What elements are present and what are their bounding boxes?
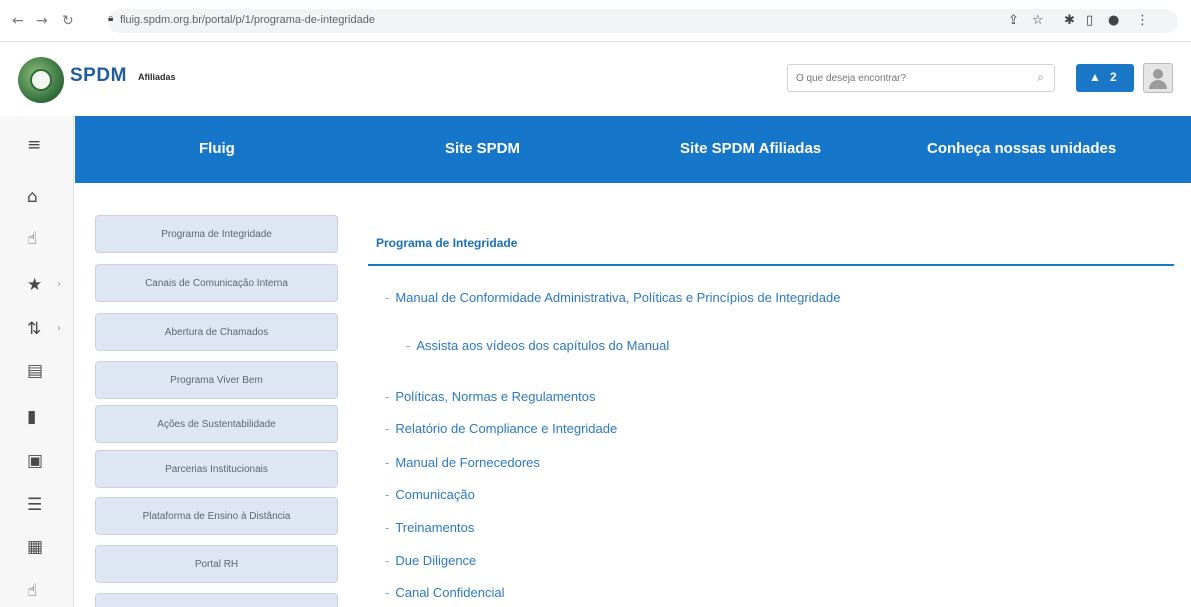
home-icon[interactable]: ⌂	[27, 188, 38, 206]
url-text[interactable]: fluig.spdm.org.br/portal/p/1/programa-de…	[120, 14, 375, 26]
sidebar-item-programa-integridade[interactable]: Programa de Integridade	[95, 215, 338, 253]
forward-icon[interactable]: →	[36, 13, 48, 29]
title-divider	[368, 264, 1174, 266]
menu-icon[interactable]: ⋮	[1136, 13, 1149, 28]
icon-rail: ≡ ⌂ ☝ ★ › ⇅ › ▤ ▮ ▣ ☰ ▦ ☝	[0, 116, 74, 607]
app-header: SPDM Afiliadas ⌕ ▲ 2	[0, 43, 1191, 115]
list-item[interactable]: - Comunicação	[385, 487, 475, 502]
list-item[interactable]: - Manual de Fornecedores	[385, 455, 540, 470]
list-item[interactable]: - Relatório de Compliance e Integridade	[385, 421, 617, 436]
profile-icon[interactable]: ●	[1108, 13, 1119, 28]
list-item[interactable]: - Treinamentos	[385, 520, 474, 535]
page: ← → ↻ 🔒︎ fluig.spdm.org.br/portal/p/1/pr…	[0, 0, 1191, 607]
share-icon[interactable]: ⇪	[1008, 13, 1019, 28]
nav-item-site-spdm-afiliadas[interactable]: Site SPDM Afiliadas	[680, 140, 821, 157]
hand-icon[interactable]: ☝	[27, 582, 37, 600]
lock-icon: 🔒︎	[108, 13, 114, 24]
link-label[interactable]: Manual de Conformidade Administrativa, P…	[395, 290, 840, 305]
extensions-icon[interactable]: ✱	[1064, 13, 1075, 28]
hand-icon[interactable]: ☝	[27, 230, 37, 248]
alert-count: 2	[1110, 70, 1117, 84]
link-label[interactable]: Relatório de Compliance e Integridade	[395, 421, 617, 436]
chat-icon[interactable]: ▣	[27, 452, 43, 470]
list-item[interactable]: - Manual de Conformidade Administrativa, …	[385, 290, 840, 305]
sidebar-item-more[interactable]	[95, 593, 338, 607]
sidebar-item-abertura-chamados[interactable]: Abertura de Chamados	[95, 313, 338, 351]
link-label[interactable]: Due Diligence	[395, 553, 476, 568]
hamburger-icon[interactable]: ≡	[27, 136, 41, 154]
top-navigation: Fluig Site SPDM Site SPDM Afiliadas Conh…	[75, 116, 1191, 183]
sidebar-item-sustentabilidade[interactable]: Ações de Sustentabilidade	[95, 405, 338, 443]
list-item[interactable]: - Assista aos vídeos dos capítulos do Man…	[406, 338, 669, 353]
sidebar-item-parcerias[interactable]: Parcerias Institucionais	[95, 450, 338, 488]
link-label[interactable]: Políticas, Normas e Regulamentos	[395, 389, 595, 404]
nav-item-fluig[interactable]: Fluig	[199, 140, 235, 157]
search-icon[interactable]: ⌕	[1037, 70, 1044, 85]
link-label[interactable]: Assista aos vídeos dos capítulos do Manu…	[416, 338, 669, 353]
link-label[interactable]: Canal Confidencial	[395, 585, 504, 600]
brand-name: SPDM	[70, 65, 127, 86]
document-icon[interactable]: ▮	[27, 408, 36, 426]
link-label[interactable]: Comunicação	[395, 487, 475, 502]
nav-item-unidades[interactable]: Conheça nossas unidades	[927, 140, 1116, 157]
search-input[interactable]	[796, 70, 1016, 87]
warning-icon: ▲	[1089, 70, 1101, 84]
page-title: Programa de Integridade	[376, 236, 518, 250]
sidebar-item-viver-bem[interactable]: Programa Viver Bem	[95, 361, 338, 399]
list-icon[interactable]: ☰	[27, 496, 42, 514]
favorites-icon[interactable]: ★	[27, 276, 42, 294]
star-icon[interactable]: ☆	[1032, 13, 1044, 28]
logo[interactable]	[18, 57, 64, 103]
sidepanel-icon[interactable]: ▯	[1086, 13, 1093, 28]
search-box[interactable]: ⌕	[787, 64, 1055, 92]
reload-icon[interactable]: ↻	[62, 13, 74, 29]
list-item[interactable]: - Canal Confidencial	[385, 585, 504, 600]
avatar[interactable]	[1143, 63, 1173, 93]
grid-icon[interactable]: ▤	[27, 362, 43, 380]
list-item[interactable]: - Políticas, Normas e Regulamentos	[385, 389, 596, 404]
sidebar-item-canais-comunicacao[interactable]: Canais de Comunicação Interna	[95, 264, 338, 302]
sidebar-item-portal-rh[interactable]: Portal RH	[95, 545, 338, 583]
chevron-right-icon[interactable]: ›	[57, 279, 61, 290]
nav-item-site-spdm[interactable]: Site SPDM	[445, 140, 520, 157]
browser-toolbar: ← → ↻ 🔒︎ fluig.spdm.org.br/portal/p/1/pr…	[0, 0, 1191, 42]
workflow-icon[interactable]: ⇅	[27, 320, 41, 338]
address-bar[interactable]: 🔒︎ fluig.spdm.org.br/portal/p/1/programa…	[108, 9, 1178, 33]
pages-icon[interactable]: ▦	[27, 538, 43, 556]
link-label[interactable]: Manual de Fornecedores	[395, 455, 540, 470]
chevron-right-icon[interactable]: ›	[57, 323, 61, 334]
link-label[interactable]: Treinamentos	[395, 520, 474, 535]
sidebar-item-ensino-distancia[interactable]: Plataforma de Ensino à Distância	[95, 497, 338, 535]
brand-subtitle: Afiliadas	[138, 72, 176, 82]
back-icon[interactable]: ←	[12, 13, 24, 29]
list-item[interactable]: - Due Diligence	[385, 553, 476, 568]
alerts-button[interactable]: ▲ 2	[1076, 64, 1134, 92]
